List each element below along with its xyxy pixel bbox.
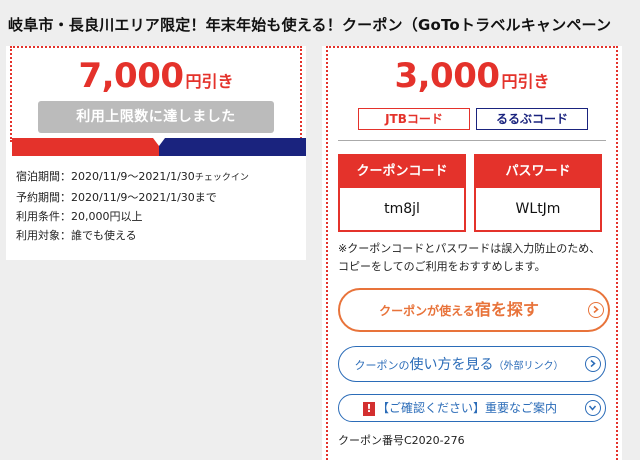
dotted-border-top <box>10 46 302 48</box>
detail-row-stay: 宿泊期間：2020/11/9〜2021/1/30チェックイン <box>16 170 249 183</box>
discount-suffix: 円引き <box>185 72 234 91</box>
dotted-border-left <box>326 46 328 460</box>
exclamation-icon: ! <box>362 401 375 416</box>
how-to-use-label: クーポンの使い方を見る（外部リンク） <box>354 357 564 373</box>
coupon-code-header: クーポンコード <box>340 156 464 188</box>
discount-suffix: 円引き <box>501 72 550 91</box>
copy-note: ※クーポンコードとパスワードは誤入力防止のため、コピーをしてのご利用をおすすめし… <box>338 242 601 273</box>
limit-reached-button: 利用上限数に達しました <box>38 101 274 133</box>
discount-amount: 7,000 円引き <box>6 56 306 96</box>
ribbon-divider <box>12 138 306 156</box>
how-to-use-link[interactable]: クーポンの使い方を見る（外部リンク） <box>338 346 606 382</box>
coupon-number: クーポン番号C2020-276 <box>338 434 465 447</box>
page-title: 岐阜市・長良川エリア限定！年末年始も使える！クーポン（GoToトラベルキャンペー… <box>8 16 612 34</box>
password-box: パスワード WLtJm <box>474 154 602 232</box>
coupon-card-3000: 3,000 円引き JTBコード るるぶコード クーポンコード tm8jl パスワ… <box>322 46 622 460</box>
coupon-details: 宿泊期間：2020/11/9〜2021/1/30チェックイン 予約期間：2020… <box>16 167 249 245</box>
chevron-down-icon <box>585 400 601 416</box>
discount-value: 3,000 <box>394 56 500 96</box>
chevron-right-icon <box>585 356 601 372</box>
search-inn-label: クーポンが使える宿を探す <box>379 300 539 319</box>
detail-row-booking: 予約期間：2020/11/9〜2021/1/30まで <box>16 191 217 204</box>
important-notice-label: ! 【ご確認ください】重要なご案内 <box>339 395 581 421</box>
password-header: パスワード <box>476 156 600 188</box>
coupon-code-box: クーポンコード tm8jl <box>338 154 466 232</box>
tab-jtb-code[interactable]: JTBコード <box>358 108 470 130</box>
coupon-code-value[interactable]: tm8jl <box>340 188 464 230</box>
detail-row-target: 利用対象：誰でも使える <box>16 229 137 242</box>
divider <box>338 140 606 141</box>
discount-value: 7,000 <box>78 56 184 96</box>
search-inn-button[interactable]: クーポンが使える宿を探す <box>338 288 610 332</box>
tab-rurubu-code[interactable]: るるぶコード <box>476 108 588 130</box>
chevron-right-icon <box>588 302 604 318</box>
discount-amount: 3,000 円引き <box>322 56 622 96</box>
dotted-border-right <box>616 46 618 460</box>
important-notice-button[interactable]: ! 【ご確認ください】重要なご案内 <box>338 394 606 422</box>
coupon-card-7000: 7,000 円引き 利用上限数に達しました 宿泊期間：2020/11/9〜2021… <box>6 46 306 260</box>
password-value[interactable]: WLtJm <box>476 188 600 230</box>
detail-row-condition: 利用条件：20,000円以上 <box>16 210 143 223</box>
dotted-border-top <box>326 46 618 48</box>
